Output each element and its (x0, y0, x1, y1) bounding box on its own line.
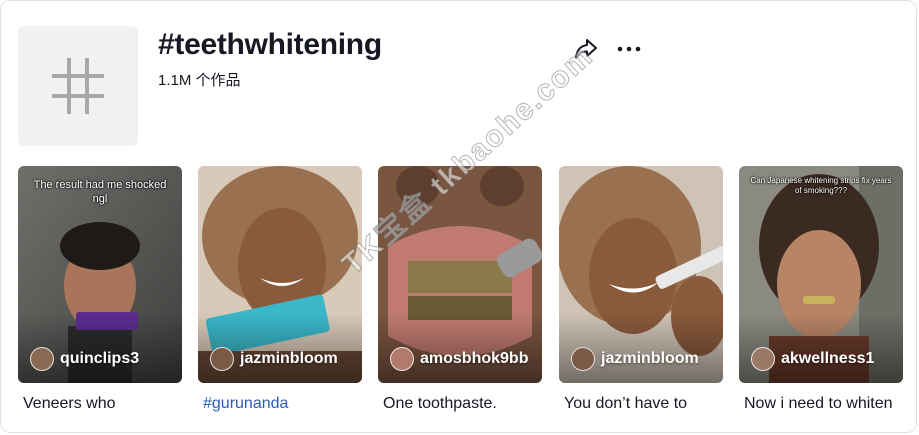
author-avatar (390, 347, 414, 371)
hashtag-title: #teethwhitening (158, 28, 382, 61)
author-name: quinclips3 (60, 350, 140, 367)
video-caption[interactable]: #gurunanda (198, 395, 362, 413)
more-icon (617, 46, 641, 52)
video-author[interactable]: akwellness1 (751, 347, 874, 371)
video-card[interactable]: Can Japanese whitening strips fix years … (739, 166, 903, 413)
video-author[interactable]: quinclips3 (30, 347, 139, 371)
video-grid: The result had me shocked ngl quinclips3… (18, 166, 904, 416)
hashtag-avatar (18, 26, 138, 146)
more-options-button[interactable] (616, 36, 642, 62)
video-author[interactable]: jazminbloom (210, 347, 338, 371)
video-author[interactable]: amosbhok9bb (390, 347, 528, 371)
video-caption[interactable]: You don’t have to (559, 395, 723, 413)
author-name: jazminbloom (240, 350, 338, 367)
video-thumbnail[interactable]: amosbhok9bb (378, 166, 542, 383)
video-caption[interactable]: One toothpaste. (378, 395, 542, 413)
author-name: amosbhok9bb (420, 350, 529, 367)
author-name: jazminbloom (601, 350, 699, 367)
video-thumbnail[interactable]: Can Japanese whitening strips fix years … (739, 166, 903, 383)
author-avatar (751, 347, 775, 371)
share-icon (575, 39, 597, 59)
video-caption[interactable]: Veneers who (18, 395, 182, 413)
post-count-suffix: 个作品 (195, 72, 241, 89)
author-avatar (30, 347, 54, 371)
video-card[interactable]: jazminbloom You don’t have to (559, 166, 723, 413)
video-author[interactable]: jazminbloom (571, 347, 699, 371)
author-avatar (571, 347, 595, 371)
video-thumbnail[interactable]: jazminbloom (559, 166, 723, 383)
video-overlay-text: The result had me shocked ngl (33, 179, 167, 205)
video-card[interactable]: amosbhok9bb One toothpaste. (378, 166, 542, 413)
video-thumbnail[interactable]: The result had me shocked ngl quinclips3 (18, 166, 182, 383)
video-overlay-text: Can Japanese whitening strips fix years … (750, 176, 892, 195)
video-caption[interactable]: Now i need to whiten (739, 395, 903, 413)
share-button[interactable] (573, 36, 599, 62)
author-name: akwellness1 (781, 350, 875, 367)
video-thumbnail[interactable]: jazminbloom (198, 166, 362, 383)
post-count-number: 1.1M (158, 72, 192, 89)
video-card[interactable]: The result had me shocked ngl quinclips3… (18, 166, 182, 413)
hashtag-header: #teethwhitening 1.1M 个作品 (18, 26, 898, 146)
hashtag-icon (52, 58, 104, 114)
video-card[interactable]: jazminbloom #gurunanda (198, 166, 362, 413)
author-avatar (210, 347, 234, 371)
post-count: 1.1M 个作品 (158, 69, 241, 90)
